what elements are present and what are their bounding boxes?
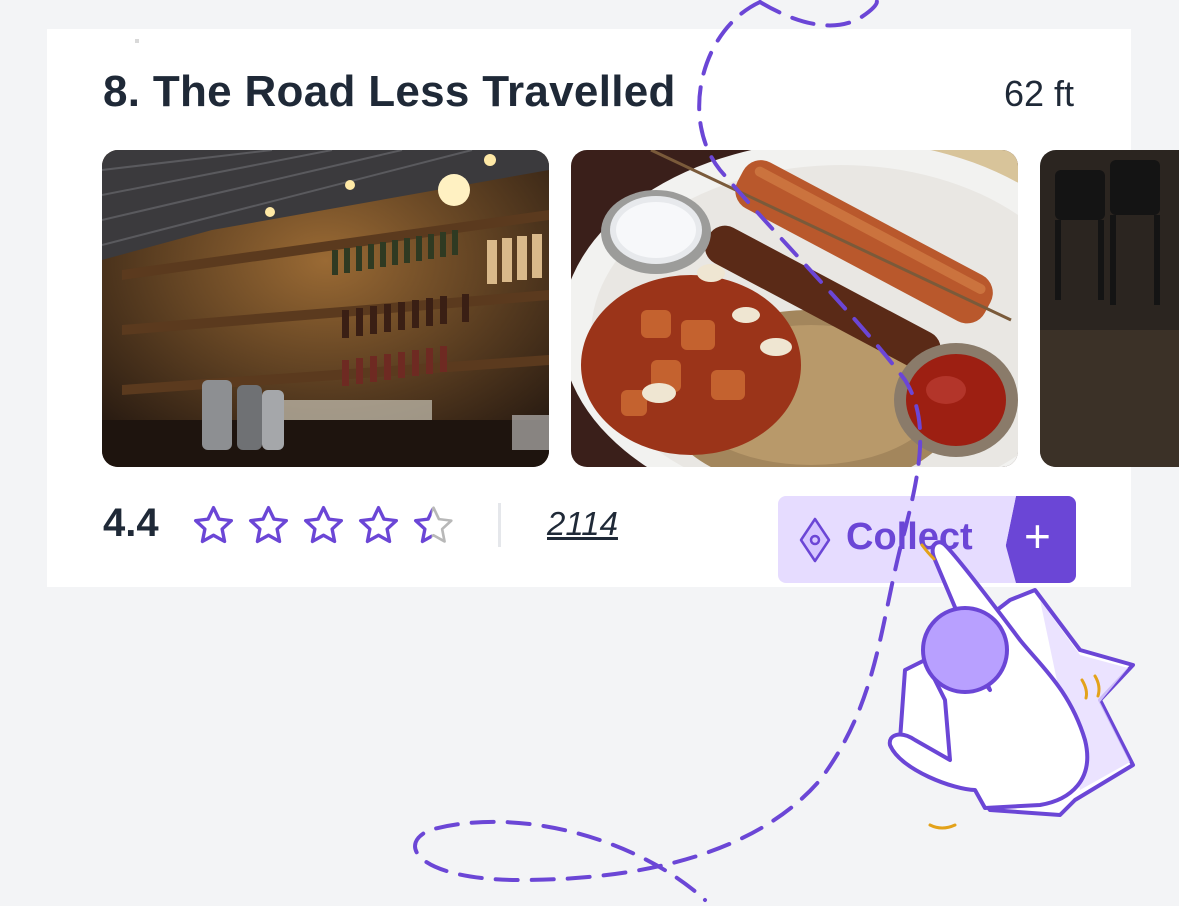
star-icon (301, 503, 346, 548)
collect-label: Collect (846, 516, 973, 558)
decorative-dot (135, 39, 139, 43)
distance-label: 62 ft (1003, 73, 1074, 114)
review-count-link[interactable]: 2114 (547, 505, 618, 543)
rating-divider (498, 503, 501, 547)
star-icon (246, 503, 291, 548)
collect-button[interactable]: Collect + (778, 496, 1076, 583)
plus-icon: + (1024, 510, 1051, 562)
photo-kebab-plate[interactable] (571, 150, 1018, 467)
star-icon (191, 503, 236, 548)
partial-star-icon (411, 503, 456, 548)
add-to-collection-button[interactable]: + (998, 496, 1076, 583)
star-icon (356, 503, 401, 548)
photo-dining-chairs[interactable] (1040, 150, 1179, 467)
map-pin-icon (798, 516, 832, 569)
star-rating (191, 503, 456, 548)
rating-value: 4.4 (103, 501, 159, 545)
photo-bar-interior[interactable] (102, 150, 549, 467)
place-title[interactable]: 8. The Road Less Travelled (103, 67, 676, 117)
place-card[interactable]: 8. The Road Less Travelled 62 ft 4.4 211… (47, 29, 1179, 587)
